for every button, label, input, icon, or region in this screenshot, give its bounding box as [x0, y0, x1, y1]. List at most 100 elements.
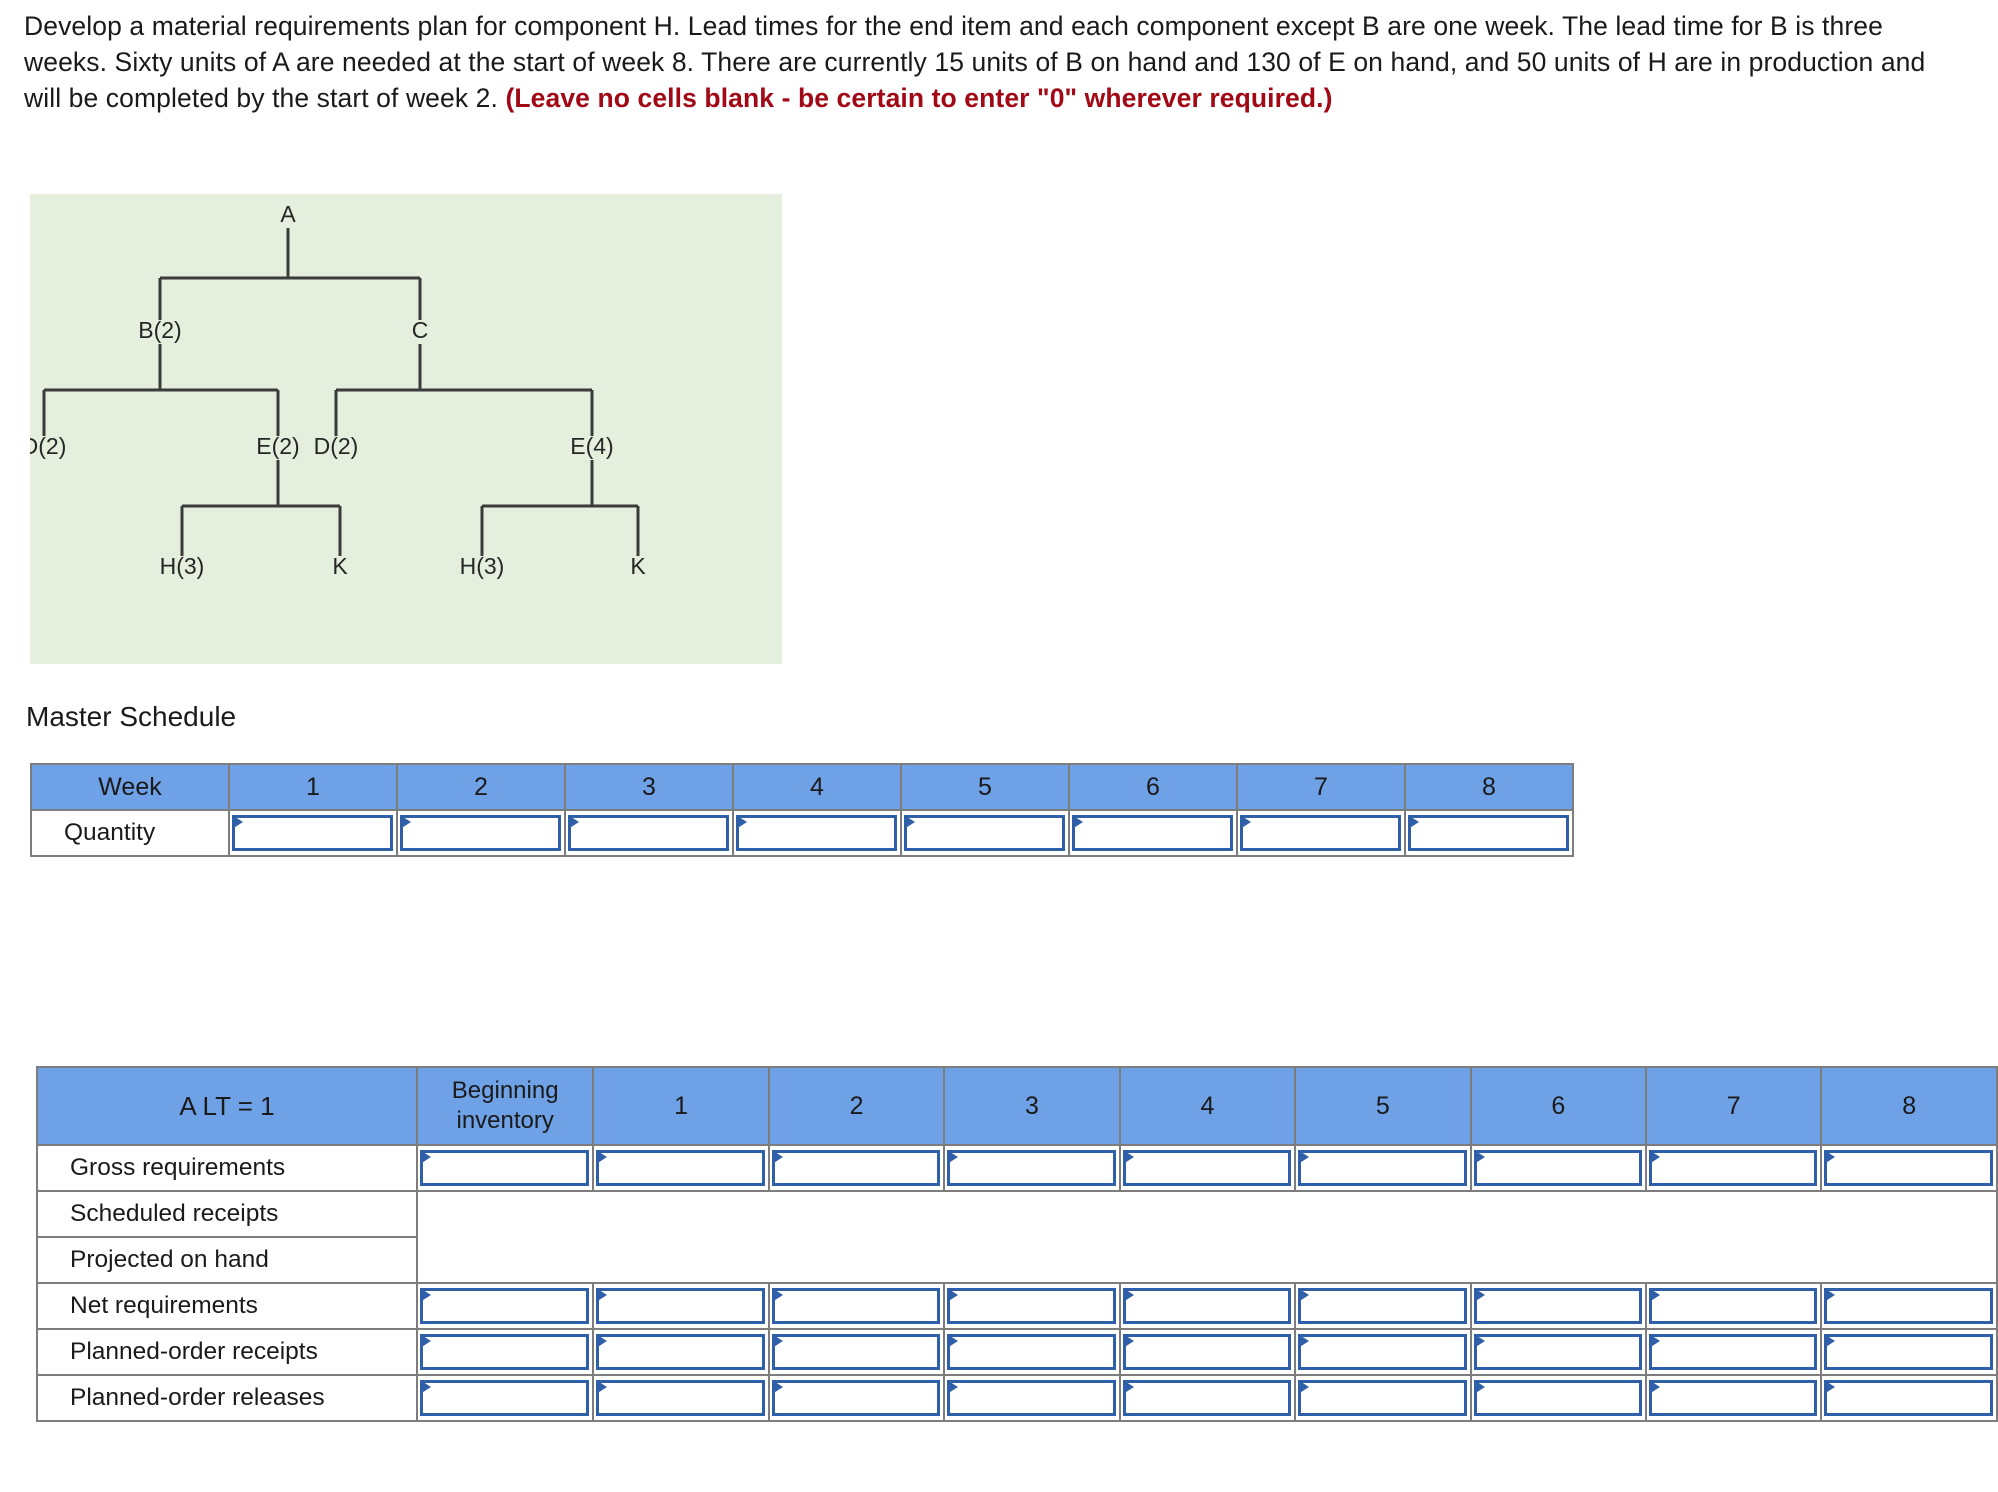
gross-requirements-begin-cell[interactable] — [416, 1144, 595, 1192]
gross-requirements-week-5-input[interactable] — [1298, 1150, 1467, 1186]
planned-order-receipts-week-6-input[interactable] — [1473, 1334, 1642, 1370]
net-requirements-week-7-cell[interactable] — [1644, 1282, 1823, 1330]
quantity-input-week-6[interactable] — [1072, 815, 1233, 851]
gross-requirements-week-8-cell[interactable] — [1820, 1144, 1998, 1192]
master-schedule-week-1: 1 — [228, 763, 398, 811]
gross-requirements-week-7-input[interactable] — [1648, 1150, 1818, 1186]
net-requirements-week-1-input[interactable] — [596, 1288, 765, 1324]
mrp-header-row: A LT = 1 Beginning inventory 1 2 3 4 5 6… — [35, 1066, 1998, 1146]
net-requirements-week-1-cell[interactable] — [592, 1282, 770, 1330]
net-requirements-week-5-cell[interactable] — [1294, 1282, 1472, 1330]
quantity-input-week-4-cell[interactable] — [732, 809, 902, 857]
planned-order-releases-week-3-input[interactable] — [947, 1380, 1116, 1416]
quantity-input-week-5-cell[interactable] — [900, 809, 1070, 857]
gross-requirements-week-6-cell[interactable] — [1469, 1144, 1647, 1192]
quantity-input-week-8[interactable] — [1408, 815, 1569, 851]
planned-order-receipts-week-3-input[interactable] — [947, 1334, 1116, 1370]
planned-order-releases-week-4-input[interactable] — [1122, 1380, 1292, 1416]
gross-requirements-week-3-input[interactable] — [947, 1150, 1116, 1186]
planned-order-receipts-week-4-cell[interactable] — [1118, 1328, 1297, 1376]
planned-order-releases-week-1-input[interactable] — [596, 1380, 765, 1416]
planned-order-receipts-week-7-cell[interactable] — [1644, 1328, 1823, 1376]
planned-order-releases-week-8-input[interactable] — [1824, 1380, 1993, 1416]
net-requirements-week-3-cell[interactable] — [943, 1282, 1121, 1330]
gross-requirements-week-1-cell[interactable] — [592, 1144, 770, 1192]
quantity-input-week-4[interactable] — [736, 815, 897, 851]
planned-order-releases-week-5-cell[interactable] — [1294, 1374, 1472, 1422]
gross-requirements-week-2-cell[interactable] — [767, 1144, 946, 1192]
net-requirements-week-6-input[interactable] — [1473, 1288, 1642, 1324]
quantity-input-week-2-cell[interactable] — [396, 809, 566, 857]
mrp-row-label-projected-on-hand: Projected on hand — [35, 1236, 419, 1284]
net-requirements-week-2-input[interactable] — [771, 1288, 941, 1324]
planned-order-receipts-week-7-input[interactable] — [1648, 1334, 1818, 1370]
quantity-input-week-3-cell[interactable] — [564, 809, 734, 857]
mrp-row-planned-order-releases: Planned-order releases — [35, 1374, 1998, 1422]
quantity-input-week-1-cell[interactable] — [228, 809, 398, 857]
planned-order-receipts-week-4-input[interactable] — [1122, 1334, 1292, 1370]
gross-requirements-week-4-cell[interactable] — [1118, 1144, 1297, 1192]
net-requirements-week-7-input[interactable] — [1648, 1288, 1818, 1324]
planned-order-releases-week-7-cell[interactable] — [1644, 1374, 1823, 1422]
mrp-row-projected-on-hand: Projected on hand — [35, 1236, 1998, 1284]
planned-order-receipts-week-2-cell[interactable] — [767, 1328, 946, 1376]
planned-order-receipts-week-1-input[interactable] — [596, 1334, 765, 1370]
quantity-input-week-5[interactable] — [904, 815, 1065, 851]
net-requirements-begin-input[interactable] — [420, 1288, 590, 1324]
planned-order-releases-week-1-cell[interactable] — [592, 1374, 770, 1422]
gross-requirements-week-1-input[interactable] — [596, 1150, 765, 1186]
planned-order-releases-week-3-cell[interactable] — [943, 1374, 1121, 1422]
quantity-input-week-7[interactable] — [1240, 815, 1401, 851]
gross-requirements-week-6-input[interactable] — [1473, 1150, 1642, 1186]
planned-order-releases-week-5-input[interactable] — [1298, 1380, 1467, 1416]
master-schedule-week-7: 7 — [1236, 763, 1406, 811]
planned-order-receipts-week-2-input[interactable] — [771, 1334, 941, 1370]
net-requirements-week-2-cell[interactable] — [767, 1282, 946, 1330]
planned-order-releases-week-2-cell[interactable] — [767, 1374, 946, 1422]
gross-requirements-week-5-cell[interactable] — [1294, 1144, 1472, 1192]
planned-order-releases-week-4-cell[interactable] — [1118, 1374, 1297, 1422]
planned-order-releases-week-2-input[interactable] — [771, 1380, 941, 1416]
bom-node-b2: B(2) — [138, 317, 181, 343]
planned-order-receipts-week-8-input[interactable] — [1824, 1334, 1993, 1370]
planned-order-receipts-week-5-cell[interactable] — [1294, 1328, 1472, 1376]
net-requirements-week-3-input[interactable] — [947, 1288, 1116, 1324]
quantity-input-week-2[interactable] — [400, 815, 561, 851]
planned-order-receipts-week-6-cell[interactable] — [1469, 1328, 1647, 1376]
planned-order-receipts-begin-input[interactable] — [420, 1334, 590, 1370]
mrp-row-planned-order-receipts: Planned-order receipts — [35, 1328, 1998, 1376]
bom-node-h3-left: H(3) — [160, 553, 205, 579]
net-requirements-week-5-input[interactable] — [1298, 1288, 1467, 1324]
quantity-input-week-7-cell[interactable] — [1236, 809, 1406, 857]
quantity-input-week-6-cell[interactable] — [1068, 809, 1238, 857]
master-schedule-quantity-row: Quantity — [30, 809, 1574, 857]
gross-requirements-week-4-input[interactable] — [1122, 1150, 1292, 1186]
planned-order-receipts-begin-cell[interactable] — [416, 1328, 595, 1376]
net-requirements-week-4-cell[interactable] — [1118, 1282, 1297, 1330]
net-requirements-week-8-input[interactable] — [1824, 1288, 1993, 1324]
master-schedule-week-6: 6 — [1068, 763, 1238, 811]
gross-requirements-week-2-input[interactable] — [771, 1150, 941, 1186]
net-requirements-week-6-cell[interactable] — [1469, 1282, 1647, 1330]
quantity-input-week-1[interactable] — [232, 815, 393, 851]
planned-order-receipts-week-3-cell[interactable] — [943, 1328, 1121, 1376]
planned-order-releases-week-6-cell[interactable] — [1469, 1374, 1647, 1422]
quantity-input-week-3[interactable] — [568, 815, 729, 851]
master-schedule-quantity-label: Quantity — [30, 809, 230, 857]
planned-order-releases-begin-cell[interactable] — [416, 1374, 595, 1422]
gross-requirements-begin-input[interactable] — [420, 1150, 590, 1186]
quantity-input-week-8-cell[interactable] — [1404, 809, 1574, 857]
planned-order-releases-begin-input[interactable] — [420, 1380, 590, 1416]
planned-order-releases-week-8-cell[interactable] — [1820, 1374, 1998, 1422]
planned-order-receipts-week-8-cell[interactable] — [1820, 1328, 1998, 1376]
gross-requirements-week-3-cell[interactable] — [943, 1144, 1121, 1192]
net-requirements-begin-cell[interactable] — [416, 1282, 595, 1330]
gross-requirements-week-8-input[interactable] — [1824, 1150, 1993, 1186]
planned-order-receipts-week-1-cell[interactable] — [592, 1328, 770, 1376]
gross-requirements-week-7-cell[interactable] — [1644, 1144, 1823, 1192]
net-requirements-week-8-cell[interactable] — [1820, 1282, 1998, 1330]
net-requirements-week-4-input[interactable] — [1122, 1288, 1292, 1324]
planned-order-releases-week-6-input[interactable] — [1473, 1380, 1642, 1416]
planned-order-releases-week-7-input[interactable] — [1648, 1380, 1818, 1416]
planned-order-receipts-week-5-input[interactable] — [1298, 1334, 1467, 1370]
